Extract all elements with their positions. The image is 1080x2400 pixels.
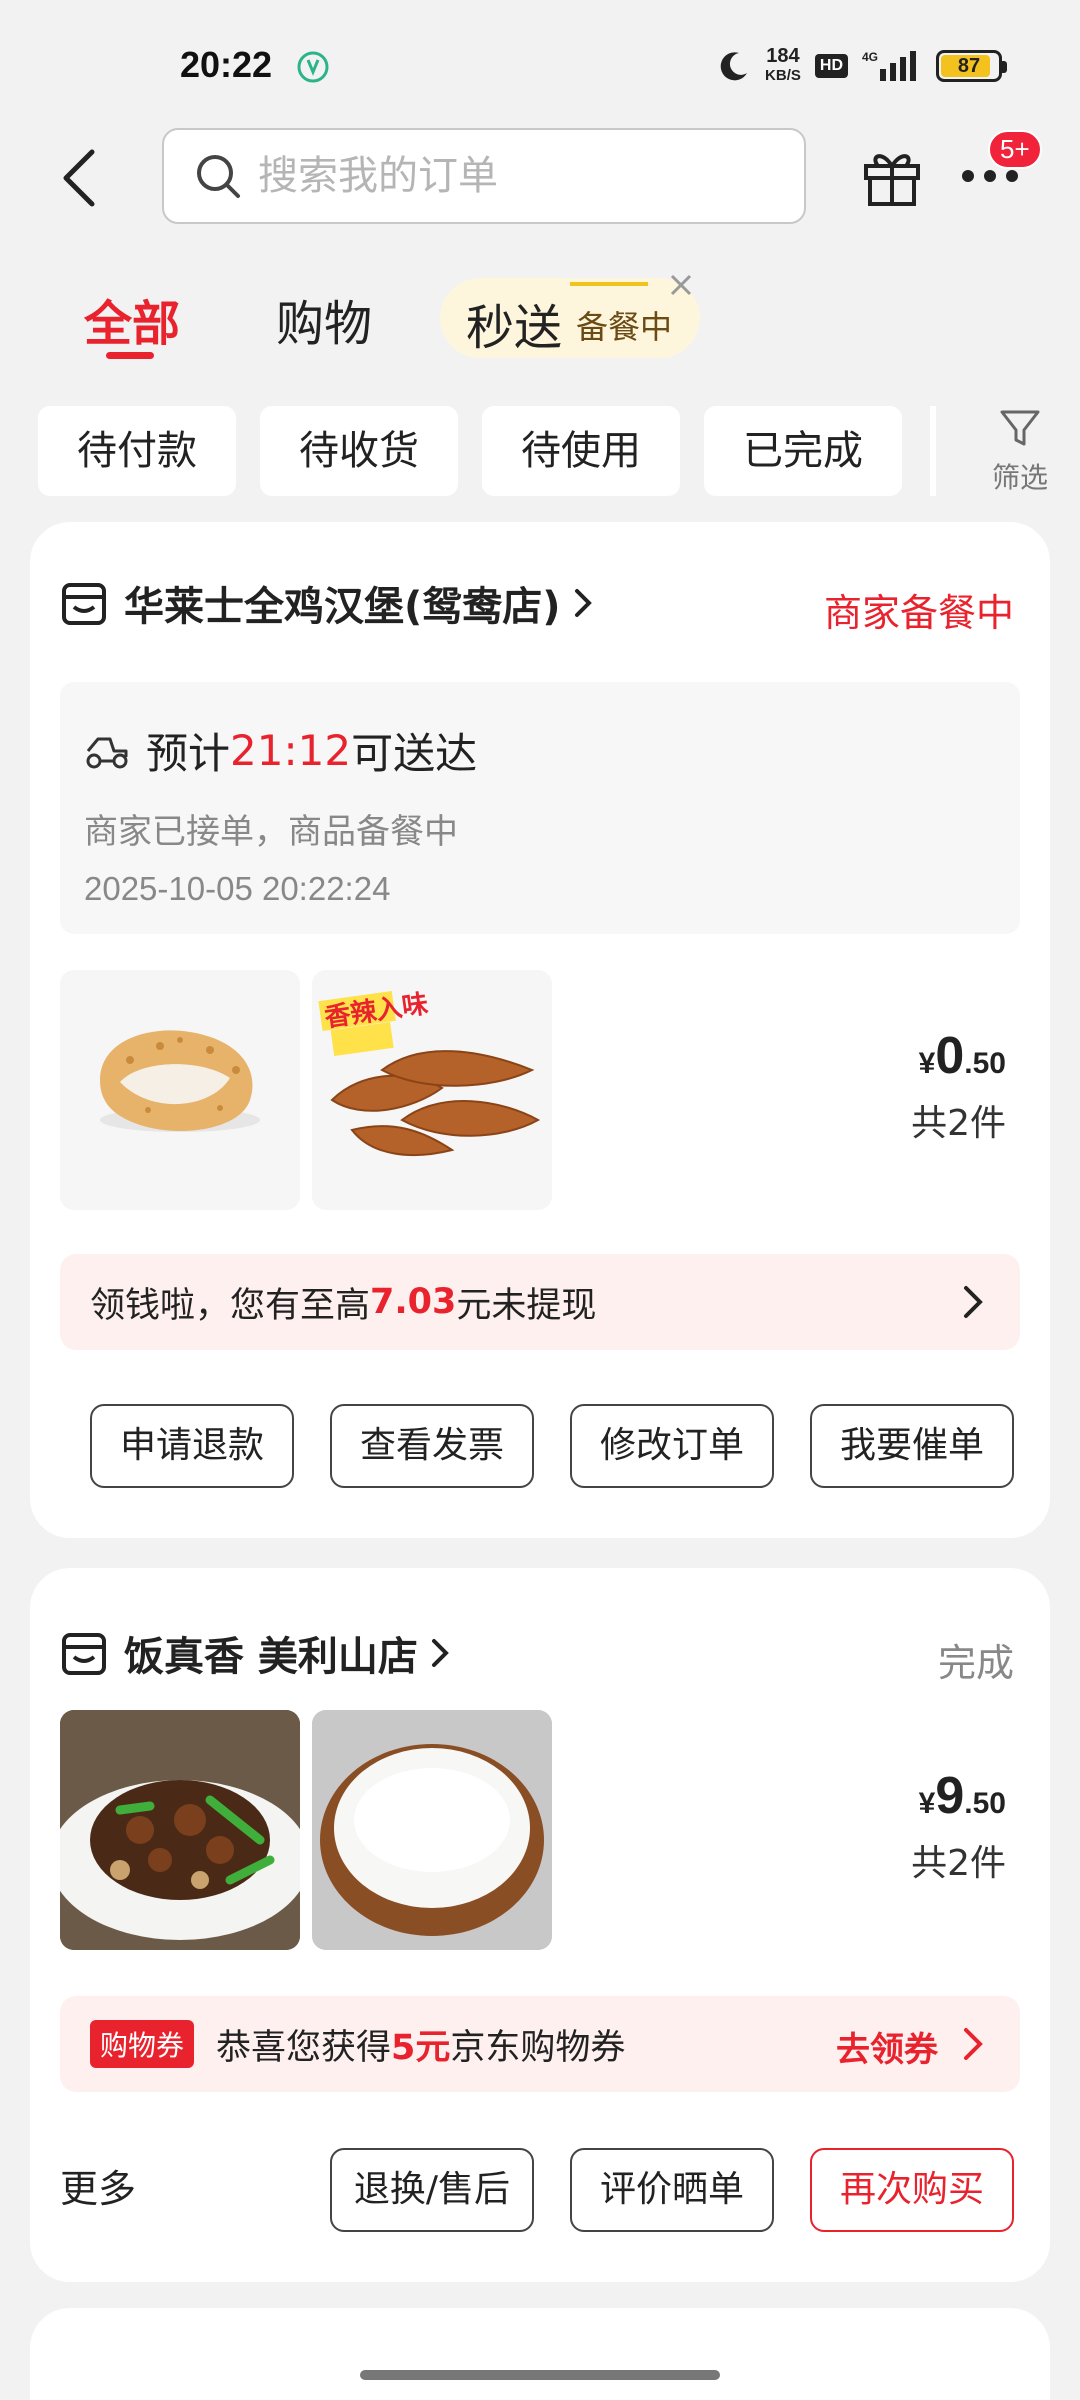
chip-completed[interactable]: 已完成 [704,406,902,496]
request-refund-button[interactable]: 申请退款 [90,1404,294,1488]
return-aftersale-button[interactable]: 退换/售后 [330,2148,534,2232]
urge-order-button[interactable]: 我要催单 [810,1404,1014,1488]
cash-reward-banner[interactable]: 领钱啦，您有至高 7.03 元未提现 [60,1254,1020,1350]
back-arrow-icon[interactable] [56,146,106,210]
close-icon[interactable] [666,270,696,300]
status-time: 20:22 [180,44,273,85]
reward-amount: 7.03 [370,1282,457,1322]
store-name: 华莱士全鸡汉堡(鸳鸯店) [124,584,561,630]
store-icon [62,583,106,625]
chip-pending-use[interactable]: 待使用 [482,406,680,496]
status-right: 184 KB/S HD 4G 87 [717,45,1007,86]
chip-pending-receipt[interactable]: 待收货 [260,406,458,496]
gift-icon[interactable] [860,144,924,208]
chip-pending-payment[interactable]: 待付款 [38,406,236,496]
more-link[interactable]: 更多 [60,2158,136,2213]
product-image-chicken[interactable] [60,970,300,1210]
claim-coupon-link[interactable]: 去领券 [836,2022,938,2071]
product-image-stirfry[interactable] [60,1710,300,1950]
battery-icon: 87 [936,50,1007,82]
chevron-right-icon [574,589,592,617]
order-price: ¥9.50 共2件 [911,1767,1006,1884]
funnel-icon [1000,410,1040,446]
search-input[interactable] [258,153,778,199]
item-count: 共2件 [911,1843,1006,1884]
search-bar[interactable] [162,128,806,224]
store-header[interactable]: 饭真香 美利山店 [60,1624,456,1682]
tab-flash-label: 秒送 [466,300,563,356]
moon-icon [720,52,748,81]
order-card[interactable]: 饭真香 美利山店 完成 ¥9.50 共2件 购物券 恭喜您获得 5元 京东购物券 去… [30,1568,1050,2282]
notification-badge: 5+ [988,130,1042,169]
tab-all[interactable]: 全部 [84,284,180,354]
coupon-tag: 购物券 [90,2020,195,2068]
delivery-info[interactable]: 预计 21:12 可送达 商家已接单，商品备餐中 2025-10-05 20:22:… [60,682,1020,934]
eta-suffix: 可送达 [351,729,478,778]
coupon-amount: 5元 [391,2027,451,2068]
status-bar: 20:22 184 KB/S HD 4G 87 [0,0,1080,130]
review-button[interactable]: 评价晒单 [570,2148,774,2232]
coupon-banner[interactable]: 购物券 恭喜您获得 5元 京东购物券 去领券 [60,1996,1020,2092]
search-icon [197,155,240,198]
store-icon [62,1633,106,1675]
chip-overflow-edge [930,406,936,496]
tab-flash-delivery[interactable]: 秒送 备餐中 [440,278,700,358]
progress-text: 商家已接单，商品备餐中 [84,812,458,852]
order-price: ¥0.50 共2件 [911,1027,1006,1144]
store-name: 饭真香 美利山店 [124,1634,418,1680]
network-speed: 184 KB/S [765,45,801,84]
signal-icon: 4G [862,50,916,81]
order-timestamp: 2025-10-05 20:22:24 [84,870,391,907]
order-status: 商家备餐中 [823,591,1014,635]
order-card-partial [30,2308,1050,2400]
order-card[interactable]: 华莱士全鸡汉堡(鸳鸯店) 商家备餐中 预计 21:12 可送达 商家已接单，商品备餐… [30,522,1050,1538]
chevron-right-icon [964,2028,983,2060]
header: 5+ [0,128,1080,228]
tab-active-underline [106,352,154,359]
chevron-right-icon [431,1639,449,1667]
eta-time: 21:12 [230,726,352,775]
svg-text:4G: 4G [862,50,878,64]
filter-button[interactable]: 筛选 [980,406,1060,496]
tab-flash-status: 备餐中 [576,308,673,346]
product-image-wings[interactable]: 香辣入味 [312,970,552,1210]
buy-again-button[interactable]: 再次购买 [810,2148,1014,2232]
home-indicator[interactable] [360,2370,720,2380]
view-invoice-button[interactable]: 查看发票 [330,1404,534,1488]
eta-prefix: 预计 [146,729,231,778]
eta-line: 预计 21:12 可送达 [84,720,477,781]
store-header[interactable]: 华莱士全鸡汉堡(鸳鸯店) [60,574,599,632]
tab-shopping[interactable]: 购物 [276,284,372,354]
order-type-tabs: 全部 购物 秒送 备餐中 [0,270,1080,370]
hd-icon: HD [814,54,848,78]
chevron-right-icon [964,1286,983,1318]
leaf-icon [297,51,329,83]
item-count: 共2件 [911,1103,1006,1144]
filter-label: 筛选 [991,461,1048,494]
delivery-scooter-icon [86,737,128,768]
modify-order-button[interactable]: 修改订单 [570,1404,774,1488]
product-image-rice[interactable] [312,1710,552,1950]
order-status: 完成 [937,1641,1014,1685]
status-filter-bar: 待付款 待收货 待使用 已完成 筛选 [0,406,1080,496]
